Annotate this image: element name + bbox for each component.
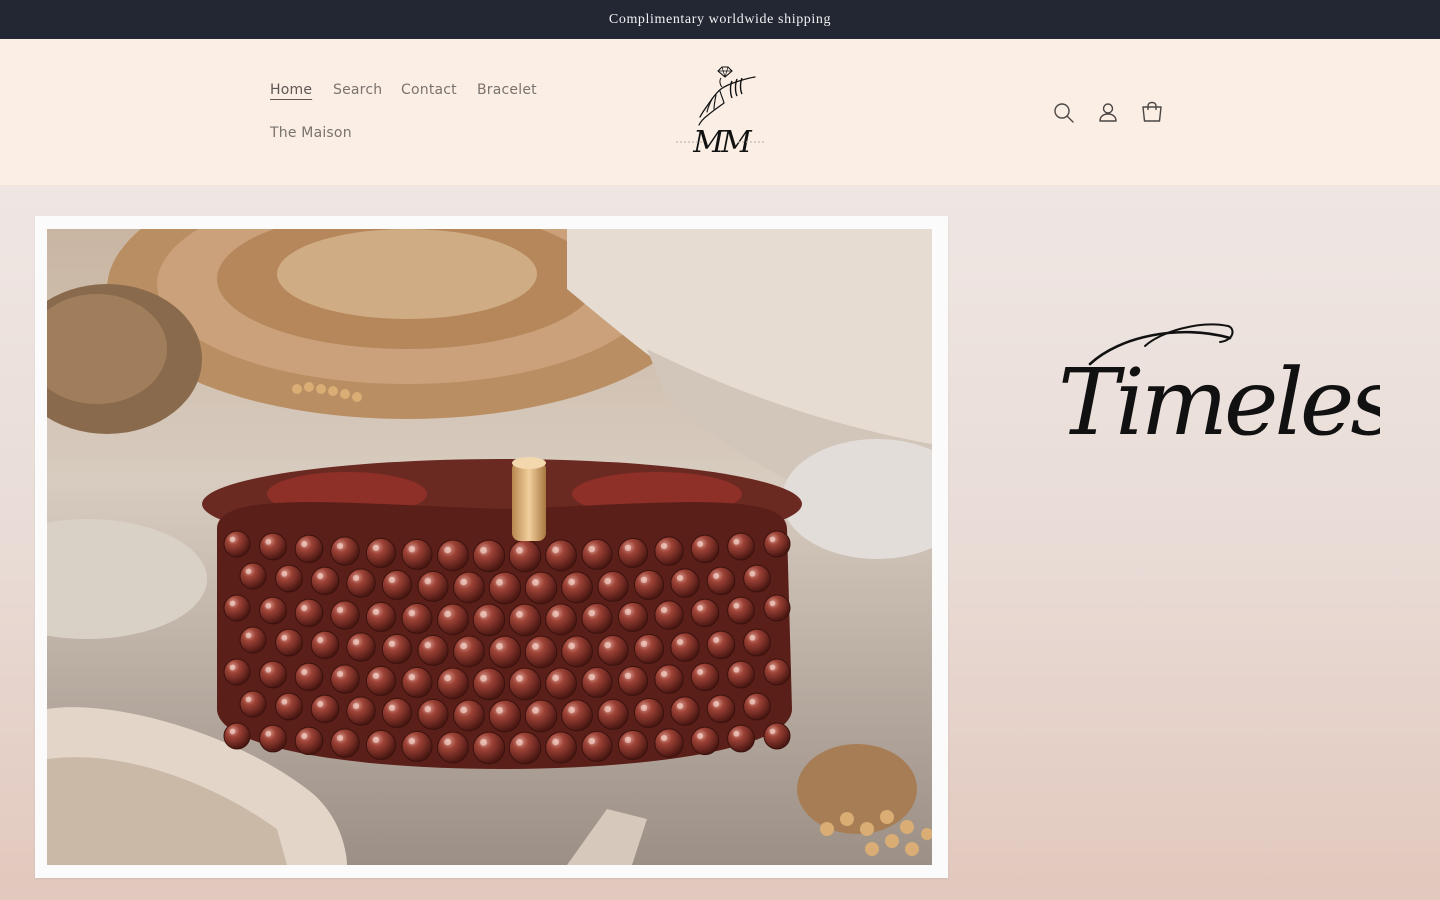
hero-image-frame xyxy=(35,216,948,878)
hero-bracelet-image xyxy=(47,229,932,865)
nav-link-bracelet[interactable]: Bracelet xyxy=(477,82,537,98)
nav-link-contact[interactable]: Contact xyxy=(401,82,457,98)
nav-link-the-maison[interactable]: The Maison xyxy=(270,125,352,141)
brand-logo-image: MM xyxy=(676,66,766,160)
nav-link-home[interactable]: Home xyxy=(270,82,312,98)
account-icon[interactable] xyxy=(1095,100,1121,126)
site-header: Home Search Contact Bracelet The Maison … xyxy=(0,39,1440,186)
announcement-text: Complimentary worldwide shipping xyxy=(608,11,832,27)
hero-headline-text: Timeless xyxy=(1058,349,1380,456)
hero-headline: Timeless xyxy=(1050,316,1440,456)
announcement-bar: Complimentary worldwide shipping xyxy=(0,0,1440,39)
nav-link-search[interactable]: Search xyxy=(333,82,382,98)
brand-logo[interactable]: MM xyxy=(670,65,772,160)
cart-icon[interactable] xyxy=(1139,100,1165,126)
search-icon[interactable] xyxy=(1051,100,1077,126)
hero-section: Timeless xyxy=(0,186,1440,900)
